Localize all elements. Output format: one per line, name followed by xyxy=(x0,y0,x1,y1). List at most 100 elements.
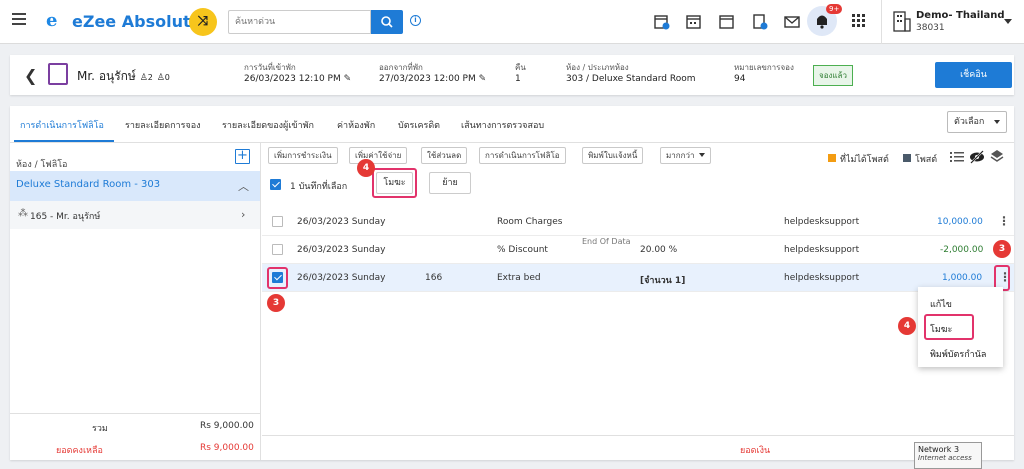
table-row-selected[interactable]: 26/03/2023 Sunday 166 Extra bed [จำนวน 1… xyxy=(262,264,1014,292)
txn-user: helpdesksupport xyxy=(784,273,860,283)
edit-icon[interactable]: ✎ xyxy=(479,74,487,84)
add-payment-button[interactable]: เพิ่มการชำระเงิน xyxy=(268,147,338,164)
building-icon xyxy=(893,11,911,32)
folio-panel: การดำเนินการโฟลิโอ รายละเอียดการจอง รายล… xyxy=(10,106,1014,460)
txn-extra: [จำนวน 1] xyxy=(640,276,686,286)
row-checkbox[interactable] xyxy=(272,244,283,255)
nights-value: 1 xyxy=(515,74,521,84)
reservation-icon xyxy=(48,63,68,85)
menu-icon[interactable] xyxy=(12,13,26,25)
room-name: Deluxe Standard Room - 303 xyxy=(16,179,161,190)
checkbox-highlight xyxy=(267,267,288,289)
search-icon xyxy=(381,16,393,28)
total-value: Rs 9,000.00 xyxy=(200,421,254,431)
hotel-name[interactable]: Demo- Thailand xyxy=(916,10,1005,21)
tab-credit-card[interactable]: บัตรเครดิต xyxy=(398,118,440,132)
print-invoice-button[interactable]: พิมพ์ใบแจ้งหนี้ xyxy=(582,147,644,164)
txn-date: 26/03/2023 Sunday xyxy=(297,217,386,227)
logo-icon: e xyxy=(46,10,58,31)
unposted-legend-swatch xyxy=(828,154,836,162)
transactions-panel: เพิ่มการชำระเงิน เพิ่มค่าใช้จ่าย ใช้ส่วน… xyxy=(262,143,1014,460)
options-dropdown[interactable]: ตัวเลือก xyxy=(947,111,1007,133)
room-folio-list: ห้อง / โฟลิโอ + Deluxe Standard Room - 3… xyxy=(10,143,261,460)
row-checkbox[interactable] xyxy=(272,216,283,227)
folio-name: 165 - Mr. อนุรักษ์ xyxy=(30,212,101,222)
departure-value[interactable]: 27/03/2023 12:00 PM ✎ xyxy=(379,74,486,84)
tooltip-title: Network 3 xyxy=(918,445,960,454)
guest-name: Mr. อนุรักษ์ ♙2 ♙0 xyxy=(77,69,170,83)
more-button[interactable]: มากกว่า xyxy=(660,147,712,164)
void-menu-highlight xyxy=(924,314,974,340)
posted-legend-label: โพสต์ xyxy=(915,155,938,165)
table-row[interactable]: 26/03/2023 Sunday Room Charges helpdesks… xyxy=(262,208,1014,236)
txn-description: % Discount xyxy=(497,245,548,255)
calendar-grid-icon[interactable] xyxy=(686,14,702,30)
hide-eye-icon[interactable] xyxy=(969,150,985,164)
payment-bar: ยอดเงิน xyxy=(262,435,1014,460)
step-3-badge: 3 xyxy=(993,240,1011,258)
departure-label: ออกจากที่พัก xyxy=(379,63,423,72)
menu-item-print-voucher[interactable]: พิมพ์บัตรกำนัล xyxy=(930,347,986,361)
room-item[interactable]: Deluxe Standard Room - 303 ︿ xyxy=(10,171,260,201)
txn-amount: -2,000.00 xyxy=(940,245,984,255)
arrival-label: การวันที่เข้าพัก xyxy=(244,63,296,72)
chevron-down-icon[interactable] xyxy=(1004,19,1012,24)
top-bar: e eZee Absolute ⤨ i 9+ Demo- Thailand 38… xyxy=(0,0,1024,44)
invoice-icon[interactable] xyxy=(752,14,768,30)
step-4-badge: 4 xyxy=(357,159,375,177)
txn-description: Room Charges xyxy=(497,217,563,227)
chevron-right-icon[interactable]: › xyxy=(241,208,245,221)
reservation-number: 94 xyxy=(734,74,746,84)
folio-operations-button[interactable]: การดำเนินการโฟลิโอ xyxy=(479,147,566,164)
shuffle-icon[interactable]: ⤨ xyxy=(189,8,217,36)
reservation-info-bar: ❮ Mr. อนุรักษ์ ♙2 ♙0 การวันที่เข้าพัก 26… xyxy=(10,55,1014,95)
info-icon[interactable]: i xyxy=(410,15,421,26)
layers-icon[interactable] xyxy=(990,149,1004,163)
calendar-add-icon[interactable] xyxy=(654,14,670,30)
more-vert-icon[interactable]: ⋮ xyxy=(999,270,1011,284)
txn-date: 26/03/2023 Sunday xyxy=(297,273,386,283)
room-label: ห้อง / ประเภทห้อง xyxy=(566,63,629,72)
tab-guest-details[interactable]: รายละเอียดของผู้เข้าพัก xyxy=(222,118,314,132)
move-button[interactable]: ย้าย xyxy=(429,172,471,194)
checkin-button[interactable]: เช็คอิน xyxy=(935,62,1012,88)
end-of-data: End Of Data xyxy=(582,237,631,246)
txn-description: Extra bed xyxy=(497,273,541,283)
txn-ref: 166 xyxy=(425,273,443,283)
chevron-down-icon xyxy=(699,153,706,157)
mail-icon[interactable] xyxy=(784,14,800,30)
back-arrow-icon[interactable]: ❮ xyxy=(24,66,37,85)
calendar-icon[interactable] xyxy=(719,14,735,30)
menu-item-edit[interactable]: แก้ไข xyxy=(930,297,952,311)
more-vert-icon[interactable]: ⋮ xyxy=(998,214,1010,228)
child-icon: ♙ xyxy=(156,73,165,83)
tooltip-subtitle: Internet access xyxy=(918,454,972,462)
txn-amount: 10,000.00 xyxy=(937,217,983,227)
step-4-badge: 4 xyxy=(898,317,916,335)
apps-grid-icon[interactable] xyxy=(852,14,866,28)
folio-item[interactable]: ⁂ 165 - Mr. อนุรักษ์ › xyxy=(10,201,260,229)
folio-totals: รวม Rs 9,000.00 ยอดคงเหลือ Rs 9,000.00 xyxy=(10,413,260,460)
table-row[interactable]: 26/03/2023 Sunday % Discount 20.00 % hel… xyxy=(262,236,1014,264)
search-button[interactable] xyxy=(371,10,403,34)
adult-icon: ♙ xyxy=(139,73,148,83)
tab-room-charges[interactable]: ค่าห้องพัก xyxy=(337,118,375,132)
void-button-highlight xyxy=(372,168,417,198)
txn-date: 26/03/2023 Sunday xyxy=(297,245,386,255)
search-input[interactable] xyxy=(228,10,371,34)
chevron-up-icon[interactable]: ︿ xyxy=(238,178,249,194)
tab-booking-details[interactable]: รายละเอียดการจอง xyxy=(125,118,201,132)
posted-legend-swatch xyxy=(903,154,911,162)
txn-user: helpdesksupport xyxy=(784,217,860,227)
tab-audit-trail[interactable]: เส้นทางการตรวจสอบ xyxy=(461,118,544,132)
txn-amount: 1,000.00 xyxy=(942,273,983,283)
step-3-badge: 3 xyxy=(267,294,285,312)
tab-folio-operations[interactable]: การดำเนินการโฟลิโอ xyxy=(20,118,104,132)
add-charge-button[interactable]: เพิ่มค่าใช้จ่าย xyxy=(349,147,408,164)
list-view-icon[interactable] xyxy=(950,151,964,163)
edit-icon[interactable]: ✎ xyxy=(344,74,352,84)
add-folio-button[interactable]: + xyxy=(235,149,250,164)
arrival-value[interactable]: 26/03/2023 12:10 PM ✎ xyxy=(244,74,351,84)
select-all-checkbox[interactable] xyxy=(270,179,281,190)
apply-discount-button[interactable]: ใช้ส่วนลด xyxy=(421,147,468,164)
